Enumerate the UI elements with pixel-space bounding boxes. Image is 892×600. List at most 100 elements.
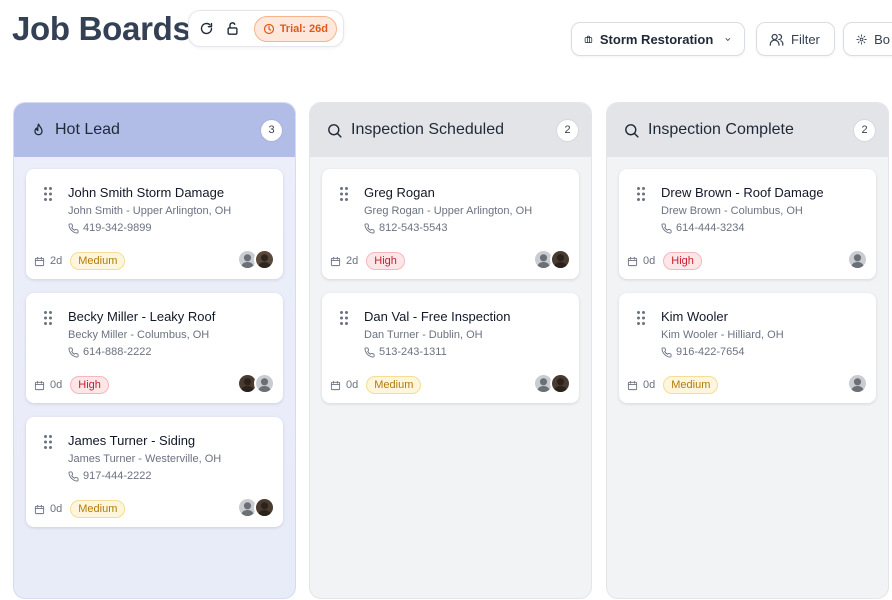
- job-card[interactable]: Dan Val - Free Inspection Dan Turner - D…: [322, 293, 579, 403]
- calendar-icon: [34, 256, 45, 266]
- drag-handle-icon[interactable]: [339, 310, 349, 326]
- card-title: James Turner - Siding: [68, 433, 196, 448]
- refresh-icon[interactable]: [195, 16, 217, 42]
- job-card[interactable]: Becky Miller - Leaky Roof Becky Miller -…: [26, 293, 283, 403]
- avatar[interactable]: [550, 249, 571, 270]
- avatar[interactable]: [254, 249, 275, 270]
- calendar-icon: [627, 256, 638, 266]
- flame-icon: [34, 122, 43, 135]
- card-title: Drew Brown - Roof Damage: [661, 185, 824, 200]
- avatar[interactable]: [847, 373, 868, 394]
- avatar[interactable]: [254, 497, 275, 518]
- phone-icon: [68, 346, 79, 357]
- column-header: Inspection Complete 2: [607, 103, 888, 157]
- job-card[interactable]: Drew Brown - Roof Damage Drew Brown - Co…: [619, 169, 876, 279]
- trial-badge[interactable]: Trial: 26d: [253, 15, 337, 42]
- card-title: Kim Wooler: [661, 309, 728, 324]
- company-label: Storm Restoration: [599, 31, 714, 47]
- card-phone: 614-888-2222: [68, 346, 152, 358]
- card-subtitle: Becky Miller - Columbus, OH: [68, 329, 210, 341]
- card-subtitle: Greg Rogan - Upper Arlington, OH: [364, 205, 533, 217]
- assignee-avatars: [237, 373, 275, 394]
- column-header: Hot Lead 3: [14, 103, 295, 157]
- drag-handle-icon[interactable]: [43, 310, 53, 326]
- drag-handle-icon[interactable]: [43, 186, 53, 202]
- avatar[interactable]: [847, 249, 868, 270]
- company-select-button[interactable]: Storm Restoration: [571, 22, 745, 56]
- lock-icon[interactable]: [221, 16, 243, 42]
- drag-handle-icon[interactable]: [636, 310, 646, 326]
- assignee-avatars: [533, 249, 571, 270]
- column-count-badge: 3: [261, 119, 282, 141]
- phone-icon: [68, 222, 79, 233]
- drag-handle-icon[interactable]: [339, 186, 349, 202]
- assignee-avatars: [533, 373, 571, 394]
- column-inspection-complete: Inspection Complete 2 Drew Brown - Roof …: [606, 102, 889, 599]
- filter-button[interactable]: Filter: [756, 22, 835, 56]
- assignee-avatars: [847, 373, 868, 394]
- card-footer: 2d Medium: [34, 252, 126, 270]
- card-phone-text: 917-444-2222: [83, 470, 152, 482]
- avatar[interactable]: [254, 373, 275, 394]
- card-footer: 0d Medium: [34, 500, 126, 518]
- priority-badge: Medium: [70, 252, 126, 270]
- drag-handle-icon[interactable]: [43, 434, 53, 450]
- phone-icon: [364, 222, 375, 233]
- column-title: Inspection Complete: [648, 121, 794, 138]
- chevron-down-icon: [725, 37, 731, 41]
- job-card[interactable]: Kim Wooler Kim Wooler - Hilliard, OH 916…: [619, 293, 876, 403]
- card-title: Becky Miller - Leaky Roof: [68, 309, 216, 324]
- card-subtitle: James Turner - Westerville, OH: [68, 453, 222, 465]
- job-card[interactable]: James Turner - Siding James Turner - Wes…: [26, 417, 283, 527]
- page-title: Job Boards: [12, 10, 191, 47]
- card-phone-text: 812-543-5543: [379, 222, 448, 234]
- card-subtitle: John Smith - Upper Arlington, OH: [68, 205, 232, 217]
- card-phone-text: 419-342-9899: [83, 222, 152, 234]
- card-title: John Smith Storm Damage: [68, 185, 225, 200]
- calendar-icon: [34, 504, 45, 514]
- column-header: Inspection Scheduled 2: [310, 103, 591, 157]
- priority-badge: High: [70, 376, 109, 394]
- job-card[interactable]: John Smith Storm Damage John Smith - Upp…: [26, 169, 283, 279]
- card-phone: 419-342-9899: [68, 222, 152, 234]
- job-card[interactable]: Greg Rogan Greg Rogan - Upper Arlington,…: [322, 169, 579, 279]
- card-phone: 812-543-5543: [364, 222, 448, 234]
- briefcase-icon: [584, 35, 593, 43]
- column-title: Inspection Scheduled: [351, 121, 504, 138]
- card-age: 0d: [50, 503, 63, 515]
- card-phone-text: 513-243-1311: [379, 346, 447, 358]
- card-subtitle: Kim Wooler - Hilliard, OH: [661, 329, 784, 341]
- card-footer: 0d Medium: [330, 376, 422, 394]
- search-icon: [625, 123, 639, 138]
- calendar-icon: [330, 380, 341, 390]
- search-icon: [328, 123, 342, 138]
- card-phone: 614-444-3234: [661, 222, 745, 234]
- card-footer: 2d High: [330, 252, 405, 270]
- users-icon: [769, 33, 784, 46]
- priority-badge: Medium: [663, 376, 719, 394]
- priority-badge: Medium: [366, 376, 422, 394]
- assignee-avatars: [847, 249, 868, 270]
- card-age: 0d: [346, 379, 359, 391]
- phone-icon: [364, 346, 375, 357]
- gear-icon: [856, 33, 867, 45]
- column-inspection-scheduled: Inspection Scheduled 2 Greg Rogan Greg R…: [309, 102, 592, 599]
- card-title: Greg Rogan: [364, 185, 435, 200]
- priority-badge: High: [663, 252, 702, 270]
- card-footer: 0d High: [34, 376, 109, 394]
- card-age: 2d: [50, 255, 63, 267]
- card-age: 0d: [50, 379, 63, 391]
- card-phone-text: 614-888-2222: [83, 346, 152, 358]
- board-settings-button[interactable]: Bo: [843, 22, 892, 56]
- calendar-icon: [330, 256, 341, 266]
- avatar[interactable]: [550, 373, 571, 394]
- card-footer: 0d Medium: [627, 376, 719, 394]
- priority-badge: Medium: [70, 500, 126, 518]
- column-hot-lead: Hot Lead 3 John Smith Storm Damage John …: [13, 102, 296, 599]
- card-subtitle: Dan Turner - Dublin, OH: [364, 329, 483, 341]
- drag-handle-icon[interactable]: [636, 186, 646, 202]
- phone-icon: [68, 470, 79, 481]
- card-age: 0d: [643, 255, 656, 267]
- column-title: Hot Lead: [55, 121, 120, 138]
- assignee-avatars: [237, 249, 275, 270]
